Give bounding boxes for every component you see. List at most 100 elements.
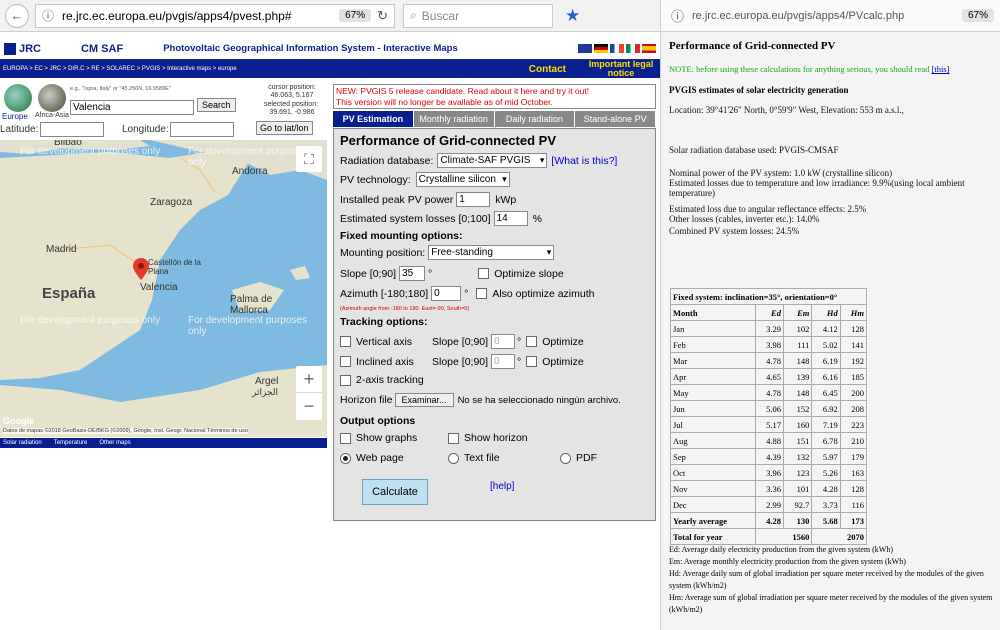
two-axis-checkbox[interactable] (340, 374, 351, 386)
notice-line-2: This version will no longer be available… (336, 97, 553, 107)
peak-power-input[interactable]: 1 (456, 192, 491, 207)
location-marker-icon[interactable] (133, 258, 149, 280)
breadcrumb[interactable]: EUROPA > EC > JRC > DIR.C > RE > SOLAREC… (3, 66, 237, 72)
table-cell: 128 (839, 480, 868, 497)
calculate-button[interactable]: Calculate (362, 479, 428, 505)
table-cell: 6.19 (811, 352, 841, 369)
inclined-slope-input[interactable]: 0 (491, 354, 516, 369)
form-title: Performance of Grid-connected PV (340, 133, 556, 148)
contact-link[interactable]: Contact (529, 64, 566, 75)
language-flags[interactable] (578, 44, 656, 53)
azimuth-input[interactable]: 0 (431, 286, 462, 301)
help-link[interactable]: [help] (490, 481, 514, 492)
banner-title: Photovoltaic Geographical Information Sy… (163, 43, 458, 54)
browser-search-input[interactable]: ⌕ Buscar (403, 3, 553, 28)
tab-daily-radiation[interactable]: Daily radiation (494, 111, 576, 127)
cmsaf-logo[interactable]: CM SAF (81, 43, 123, 55)
url-text: re.jrc.ec.europa.eu/pvgis/apps4/pvest.ph… (62, 8, 292, 23)
report-note: NOTE: before using these calculations fo… (669, 64, 949, 74)
vertical-slope-input[interactable]: 0 (491, 334, 516, 349)
pdf-radio[interactable] (560, 452, 571, 464)
show-graphs-checkbox[interactable] (340, 432, 351, 444)
reload-icon[interactable]: ↻ (377, 8, 388, 24)
map-layer-tabs: Solar radiation Temperature Other maps (0, 438, 327, 448)
goto-latlon-button[interactable]: Go to lat/lon (256, 121, 313, 135)
mounting-row: Mounting position: Free-standing (340, 245, 555, 260)
location-search-input[interactable]: Valencia (70, 100, 194, 115)
table-cell: 132 (782, 448, 813, 465)
latitude-input[interactable] (40, 122, 104, 137)
losses-input[interactable]: 14 (493, 211, 528, 226)
two-axis-row: 2-axis tracking (340, 374, 424, 386)
notice-line-1[interactable]: NEW: PVGIS 5 release candidate. Read abo… (336, 86, 653, 97)
search-example-hint: e.g., "Ispra, Italy" or "45.256N, 16.958… (70, 86, 171, 92)
vertical-axis-checkbox[interactable] (340, 336, 351, 347)
map-credits[interactable]: Datos de mapas ©2018 GeoBasis-DE/BKG (©2… (3, 428, 248, 434)
inclined-optimize-checkbox[interactable] (526, 356, 538, 367)
report-note-text: NOTE: before using these calculations fo… (669, 64, 930, 74)
peak-label: Installed peak PV power (340, 193, 454, 206)
web-page-radio[interactable] (340, 452, 351, 464)
tab-stand-alone-pv[interactable]: Stand-alone PV (575, 111, 656, 127)
zoom-indicator[interactable]: 67% (339, 9, 372, 22)
zoom-control: + − (296, 366, 322, 420)
text-file-radio[interactable] (448, 452, 459, 464)
europe-label[interactable]: Europe (2, 112, 28, 121)
slope-degree: ° (428, 267, 433, 280)
table-cell: 4.39 (754, 448, 784, 465)
right-zoom-indicator[interactable]: 67% (961, 9, 994, 22)
tab-monthly-radiation[interactable]: Monthly radiation (413, 111, 495, 127)
tab-solar-radiation[interactable]: Solar radiation (3, 440, 42, 446)
table-cell: Oct (670, 464, 756, 481)
report-loss-other: Other losses (cables, inverter etc.): 14… (669, 214, 820, 224)
report-note-link[interactable]: [this] (932, 64, 950, 74)
vertical-optimize-checkbox[interactable] (526, 336, 538, 347)
location-search-button[interactable]: Search (197, 98, 236, 112)
losses-label: Estimated system losses [0;100] (340, 212, 491, 225)
yearly-hd: 5.68 (811, 512, 841, 529)
europe-globe-icon[interactable] (4, 84, 32, 112)
zoom-out-button[interactable]: − (296, 393, 322, 420)
longitude-label: Longitude: (122, 124, 169, 135)
right-url-text[interactable]: re.jrc.ec.europa.eu/pvgis/apps4/PVcalc.p… (692, 10, 904, 22)
mounting-select[interactable]: Free-standing (428, 245, 555, 260)
inclined-slope-degree: ° (517, 355, 522, 368)
back-button[interactable]: ← (5, 3, 29, 28)
legal-notice-link[interactable]: Important legal notice (586, 60, 656, 78)
browse-button[interactable]: Examinar... (394, 393, 454, 407)
report-loss-combined: Combined PV system losses: 24.5% (669, 226, 800, 236)
radiation-select[interactable]: Climate-SAF PVGIS (437, 153, 548, 168)
longitude-input[interactable] (170, 122, 234, 137)
info-icon: ⓘ (42, 9, 55, 23)
address-bar[interactable]: ⓘ re.jrc.ec.europa.eu/pvgis/apps4/pvest.… (35, 3, 395, 28)
optimize-slope-checkbox[interactable] (478, 268, 490, 279)
table-row: Nov 3.36 101 4.28 128 (670, 480, 868, 497)
slope-input[interactable]: 35 (399, 266, 426, 281)
cursor-position-label: cursor position: (268, 84, 316, 91)
bookmark-star-icon[interactable]: ★ (565, 6, 580, 26)
tech-select[interactable]: Crystalline silicon (415, 172, 510, 187)
azimuth-row: Azimuth [-180;180] 0 ° Also optimize azi… (340, 286, 594, 301)
report-location: Location: 39°41'26" North, 0°59'9" West,… (669, 105, 904, 115)
tab-other-maps[interactable]: Other maps (99, 440, 130, 446)
show-horizon-checkbox[interactable] (448, 432, 459, 444)
africa-globe-icon[interactable] (38, 84, 66, 112)
zoom-in-button[interactable]: + (296, 366, 322, 393)
inclined-axis-checkbox[interactable] (340, 356, 351, 367)
tab-pv-estimation[interactable]: PV Estimation (333, 111, 414, 127)
what-is-this-link[interactable]: [What is this?] (551, 155, 617, 167)
table-row: Mar 4.78 148 6.19 192 (670, 352, 868, 369)
table-cell: 3.36 (754, 480, 784, 497)
africa-label[interactable]: Africa-Asia (35, 112, 69, 119)
legend-hd: Hd: Average daily sum of global irradiat… (669, 569, 984, 590)
jrc-logo[interactable]: JRC (4, 42, 41, 55)
tab-temperature[interactable]: Temperature (54, 440, 88, 446)
slope-row: Slope [0;90] 35 ° Optimize slope (340, 266, 564, 281)
fullscreen-button[interactable]: ⛶ (296, 146, 322, 172)
map-view[interactable]: For development purposes only For develo… (0, 140, 327, 437)
tracking-heading: Tracking options: (340, 316, 428, 328)
table-cell: 5.97 (811, 448, 841, 465)
table-cell: Sep (670, 448, 756, 465)
table-cell: 6.45 (811, 384, 841, 401)
optimize-azimuth-checkbox[interactable] (476, 288, 488, 299)
